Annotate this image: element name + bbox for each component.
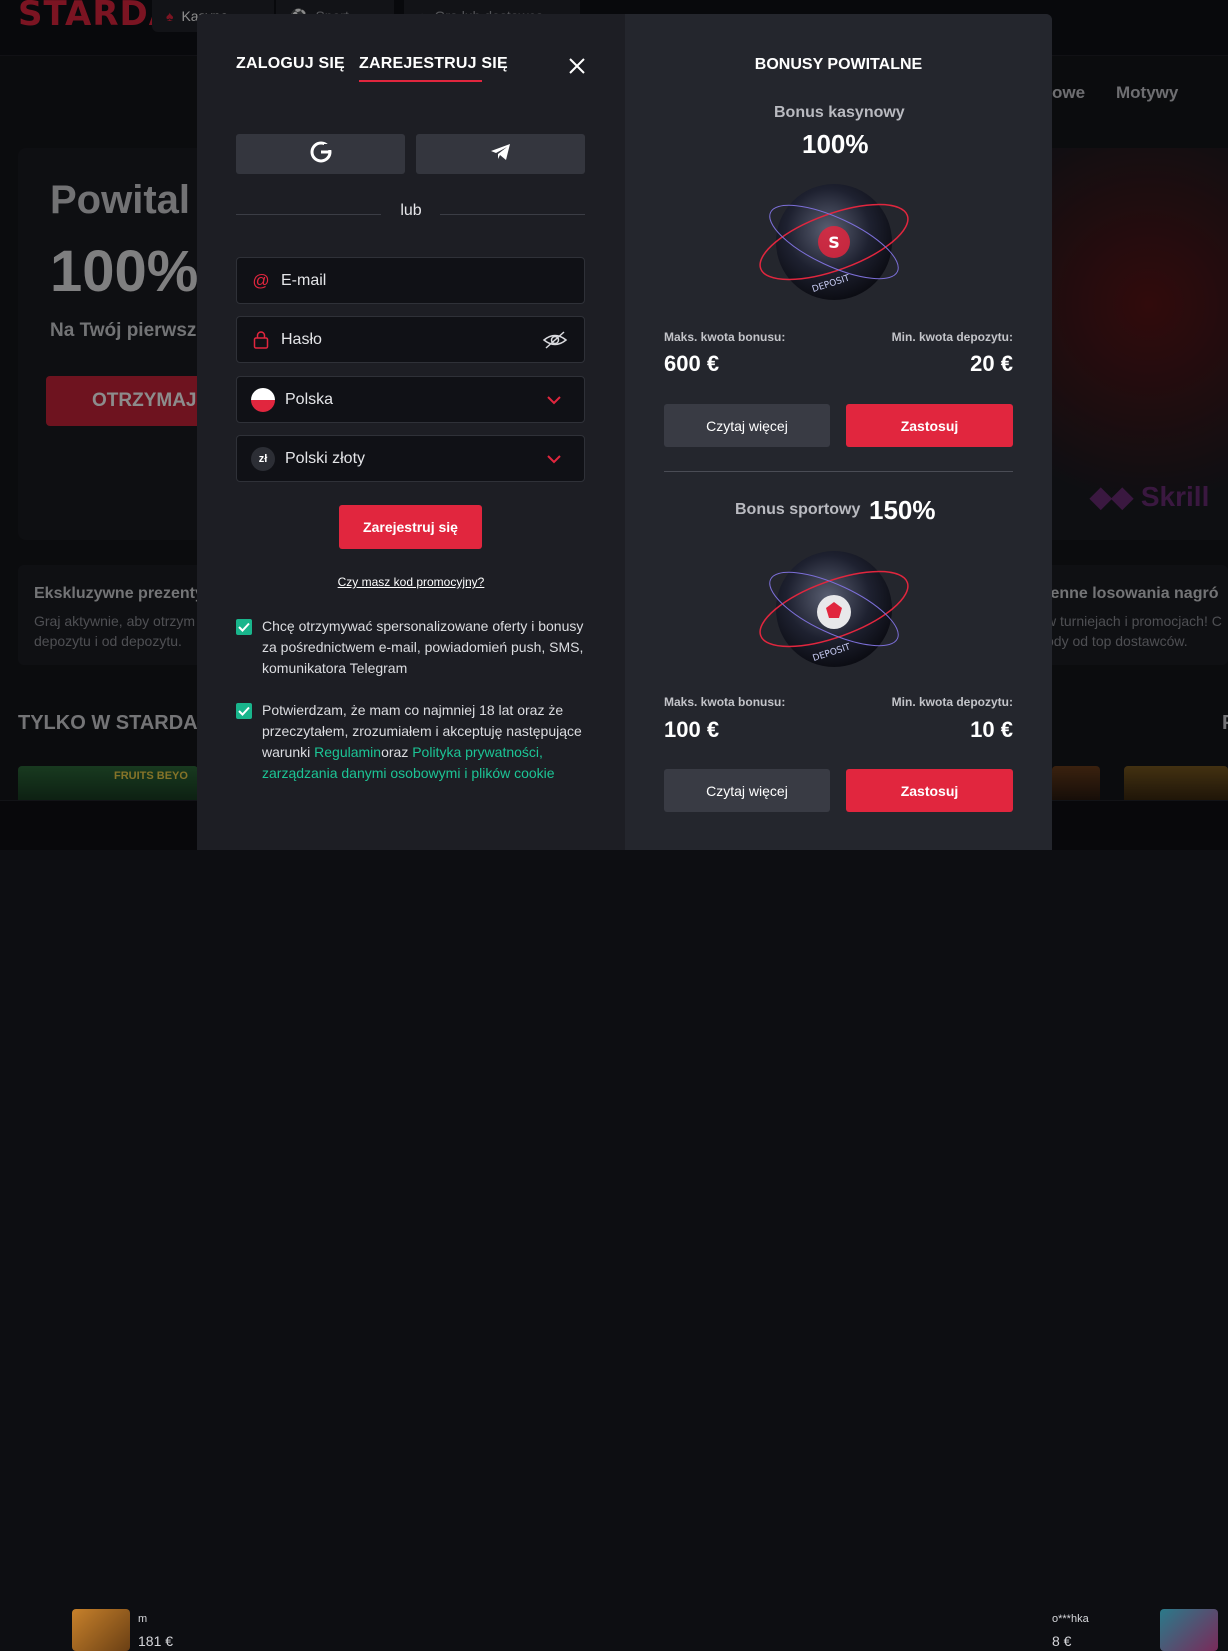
winner-game-thumbnail[interactable] bbox=[1160, 1609, 1218, 1651]
divider-right bbox=[440, 214, 585, 215]
winner-amount: 8 € bbox=[1052, 1633, 1072, 1649]
country-value: Polska bbox=[285, 390, 334, 408]
currency-icon: zł bbox=[251, 446, 275, 471]
welcome-bonuses-panel: BONUSY POWITALNE Bonus kasynowy 100% S D… bbox=[625, 14, 1052, 850]
sport-min-value: 10 € bbox=[970, 717, 1013, 742]
casino-bonus-orb-image: S DEPOSIT bbox=[749, 177, 919, 307]
sport-read-more-button[interactable]: Czytaj więcej bbox=[664, 769, 830, 812]
bonus-separator bbox=[664, 471, 1013, 472]
sport-max-label: Maks. kwota bonusu: bbox=[664, 695, 786, 709]
chevron-down-icon bbox=[546, 392, 562, 408]
consent-terms-checkbox[interactable] bbox=[236, 703, 252, 719]
winner-name: m bbox=[138, 1613, 148, 1625]
promo-code-link[interactable]: Czy masz kod promocyjny? bbox=[197, 575, 625, 589]
consent-marketing-text: Chcę otrzymywać spersonalizowane oferty … bbox=[262, 618, 584, 676]
casino-bonus-percent: 100% bbox=[802, 129, 869, 159]
casino-min-label: Min. kwota depozytu: bbox=[891, 330, 1013, 344]
at-icon: @ bbox=[252, 270, 270, 290]
telegram-icon bbox=[490, 142, 512, 167]
check-icon bbox=[238, 706, 250, 716]
winner-amount: 181 € bbox=[138, 1633, 174, 1649]
terms-link[interactable]: Regulamin bbox=[314, 744, 381, 760]
tab-login[interactable]: ZALOGUJ SIĘ bbox=[236, 55, 345, 73]
tab-register[interactable]: ZAREJESTRUJ SIĘ bbox=[359, 55, 508, 73]
consent-terms-text-part: oraz bbox=[381, 744, 413, 760]
register-modal: ZALOGUJ SIĘ ZAREJESTRUJ SIĘ lub @ E-mail bbox=[197, 14, 1052, 850]
sport-bonus-orb-image: DEPOSIT bbox=[749, 544, 919, 674]
bonuses-title: BONUSY POWITALNE bbox=[754, 56, 923, 73]
lock-icon bbox=[251, 330, 271, 350]
telegram-login-button[interactable] bbox=[416, 134, 585, 174]
svg-text:S: S bbox=[828, 233, 840, 252]
casino-read-more-button[interactable]: Czytaj więcej bbox=[664, 404, 830, 447]
or-label: lub bbox=[400, 202, 422, 219]
currency-value: Polski złoty bbox=[285, 449, 366, 467]
sport-min-label: Min. kwota depozytu: bbox=[891, 695, 1013, 709]
active-tab-indicator bbox=[359, 80, 482, 82]
password-placeholder: Hasło bbox=[281, 330, 322, 348]
casino-min-value: 20 € bbox=[970, 351, 1013, 376]
google-icon bbox=[310, 141, 332, 168]
winner-game-thumbnail[interactable] bbox=[72, 1609, 130, 1651]
check-icon bbox=[238, 622, 250, 632]
chevron-down-icon bbox=[546, 451, 562, 467]
password-field[interactable]: Hasło bbox=[236, 316, 585, 363]
casino-max-label: Maks. kwota bonusu: bbox=[664, 330, 786, 344]
casino-max-value: 600 € bbox=[664, 351, 720, 376]
sport-apply-button[interactable]: Zastosuj bbox=[846, 769, 1013, 812]
sport-max-value: 100 € bbox=[664, 717, 720, 742]
casino-bonus-label: Bonus kasynowy bbox=[774, 104, 905, 121]
sport-bonus-percent: 150% bbox=[869, 495, 936, 525]
winner-name: o***hka bbox=[1052, 1613, 1089, 1625]
currency-select[interactable]: zł Polski złoty bbox=[236, 435, 585, 482]
register-form-panel: ZALOGUJ SIĘ ZAREJESTRUJ SIĘ lub @ E-mail bbox=[197, 14, 625, 850]
divider-left bbox=[236, 214, 381, 215]
google-login-button[interactable] bbox=[236, 134, 405, 174]
register-button[interactable]: Zarejestruj się bbox=[339, 505, 482, 549]
eye-off-icon[interactable] bbox=[542, 330, 568, 350]
consent-terms-text: Potwierdzam, że mam co najmniej 18 lat o… bbox=[262, 700, 592, 784]
email-field[interactable]: @ E-mail bbox=[236, 257, 585, 304]
email-placeholder: E-mail bbox=[281, 271, 327, 289]
poland-flag-icon bbox=[251, 387, 275, 412]
sport-bonus-label: Bonus sportowy bbox=[735, 501, 861, 518]
country-select[interactable]: Polska bbox=[236, 376, 585, 423]
consent-marketing-checkbox[interactable] bbox=[236, 619, 252, 635]
casino-apply-button[interactable]: Zastosuj bbox=[846, 404, 1013, 447]
close-icon[interactable] bbox=[567, 56, 587, 76]
